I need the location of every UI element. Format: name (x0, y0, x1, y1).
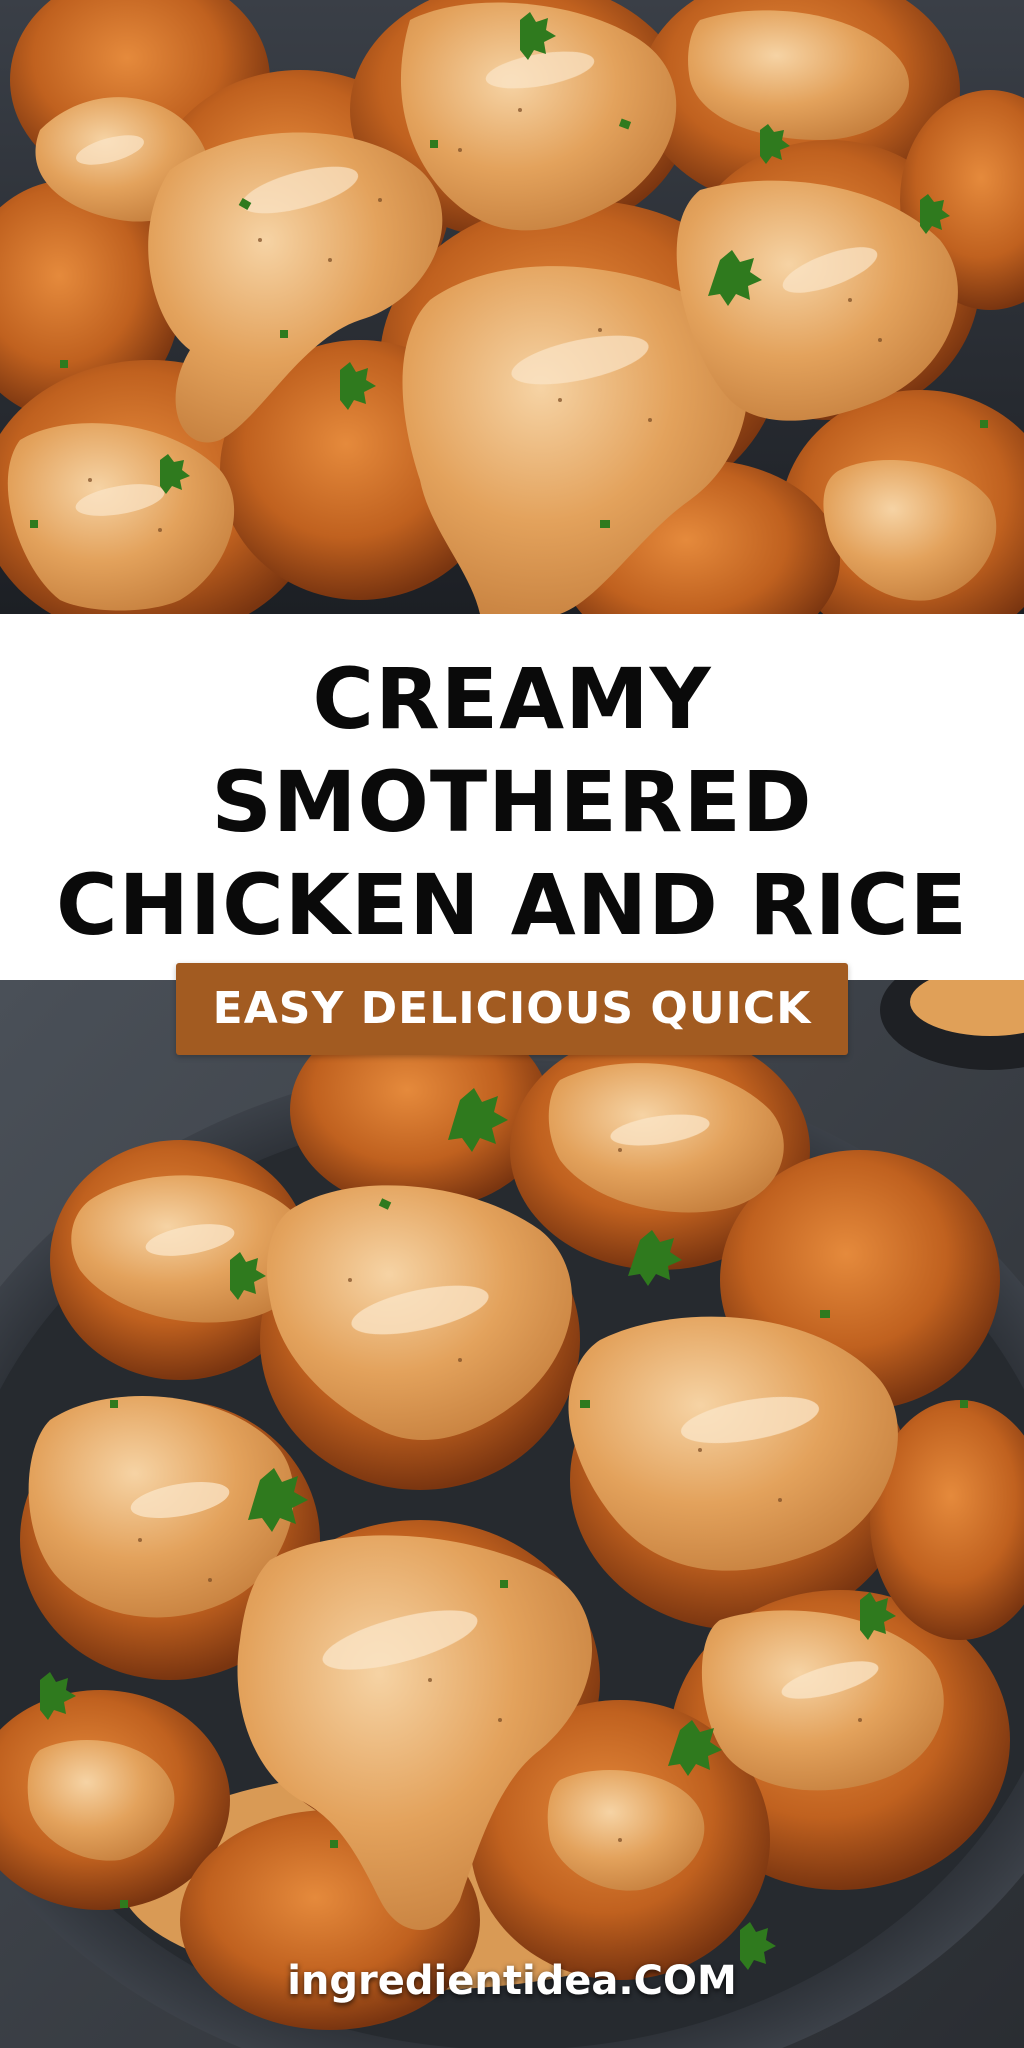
recipe-title-line-2: SMOTHERED (211, 753, 813, 851)
top-food-photo (0, 0, 1024, 614)
tagline-badge: EASY DELICIOUS QUICK (176, 963, 848, 1055)
bottom-food-illustration (0, 980, 1024, 2048)
recipe-title-line-1: CREAMY (312, 650, 712, 748)
bottom-food-photo (0, 980, 1024, 2048)
recipe-title: CREAMY SMOTHERED CHICKEN AND RICE (0, 648, 1024, 957)
recipe-title-line-3: CHICKEN AND RICE (55, 856, 969, 954)
website-watermark: ingredientidea.COM (287, 1958, 737, 2004)
top-food-illustration (0, 0, 1024, 614)
